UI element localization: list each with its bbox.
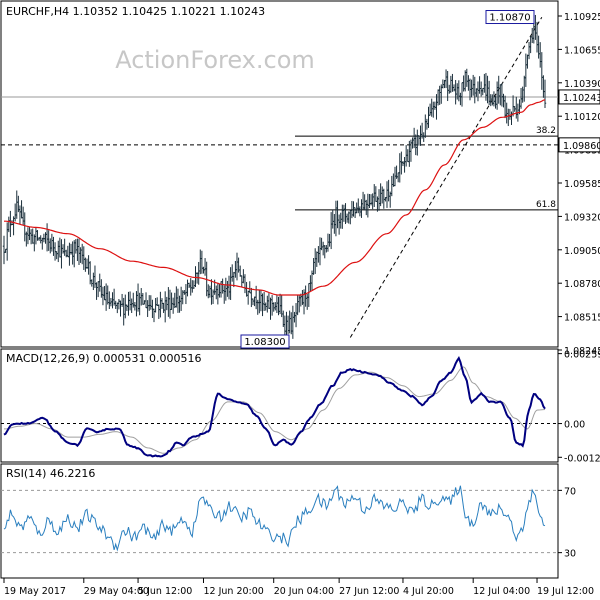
price-axis: 1.109251.106551.103901.101201.098551.095… (558, 12, 600, 357)
price-tick-label: 1.10655 (564, 45, 600, 56)
time-tick-label: 19 Jul 12:00 (537, 586, 594, 597)
time-tick-label: 20 Jun 04:00 (274, 586, 334, 597)
current-price-label: 1.10243 (563, 93, 600, 104)
macd-axis: 0.00259 0.00 -0.00125 (558, 350, 600, 464)
price-tick-label: 1.09050 (564, 246, 600, 257)
time-tick-label: 19 May 2017 (4, 586, 66, 597)
symbol-header: EURCHF,H4 1.10352 1.10425 1.10221 1.1024… (6, 5, 265, 18)
time-axis: 19 May 2017 29 May 04:005 Jun 12:00 12 Jun… (3, 578, 594, 597)
price-tick-label: 1.08780 (564, 279, 600, 290)
macd-panel: MACD(12,26,9) 0.000531 0.000516 0.002590… (0, 348, 600, 464)
macd-panel-frame (0, 348, 559, 463)
fib-level-label: 38.2 (536, 126, 556, 136)
macd-tick-label: 0.00259 (564, 350, 600, 361)
price-tick-label: 1.10925 (564, 12, 600, 23)
price-panel: ActionForex.com EURCHF,H4 1.10352 1.1042… (0, 0, 600, 357)
time-tick-label: 12 Jul 04:00 (473, 586, 530, 597)
price-tick-label: 1.10120 (564, 112, 600, 123)
rsi-panel-frame (0, 463, 559, 579)
rsi-tick-label: 70 (564, 486, 576, 497)
rsi-label: RSI(14) 46.2216 (6, 467, 95, 480)
time-tick-label: 27 Jun 12:00 (339, 586, 399, 597)
rsi-panel: RSI(14) 46.2216 70 30 (0, 463, 576, 579)
price-annotation: 1.08300 (244, 337, 285, 348)
macd-label: MACD(12,26,9) 0.000531 0.000516 (6, 352, 202, 365)
rsi-tick-label: 30 (564, 549, 576, 560)
time-tick-label: 12 Jun 20:00 (203, 586, 263, 597)
price-annotation: 1.10870 (489, 13, 530, 24)
macd-tick-label: -0.00125 (564, 453, 600, 464)
price-tick-label: 1.10390 (564, 79, 600, 90)
fib-level-label: 61.8 (536, 200, 556, 210)
rsi-axis: 70 30 (558, 486, 576, 560)
price-tick-label: 1.08515 (564, 313, 600, 324)
time-tick-label: 5 Jun 12:00 (138, 586, 192, 597)
time-tick-label: 4 Jul 20:00 (403, 586, 454, 597)
support-price-label: 1.09860 (563, 141, 600, 152)
macd-tick-label: 0.00 (564, 420, 585, 431)
price-tick-label: 1.09320 (564, 212, 600, 223)
price-tick-label: 1.09585 (564, 179, 600, 190)
price-chart: ActionForex.com EURCHF,H4 1.10352 1.1042… (0, 0, 600, 597)
watermark: ActionForex.com (115, 46, 315, 74)
